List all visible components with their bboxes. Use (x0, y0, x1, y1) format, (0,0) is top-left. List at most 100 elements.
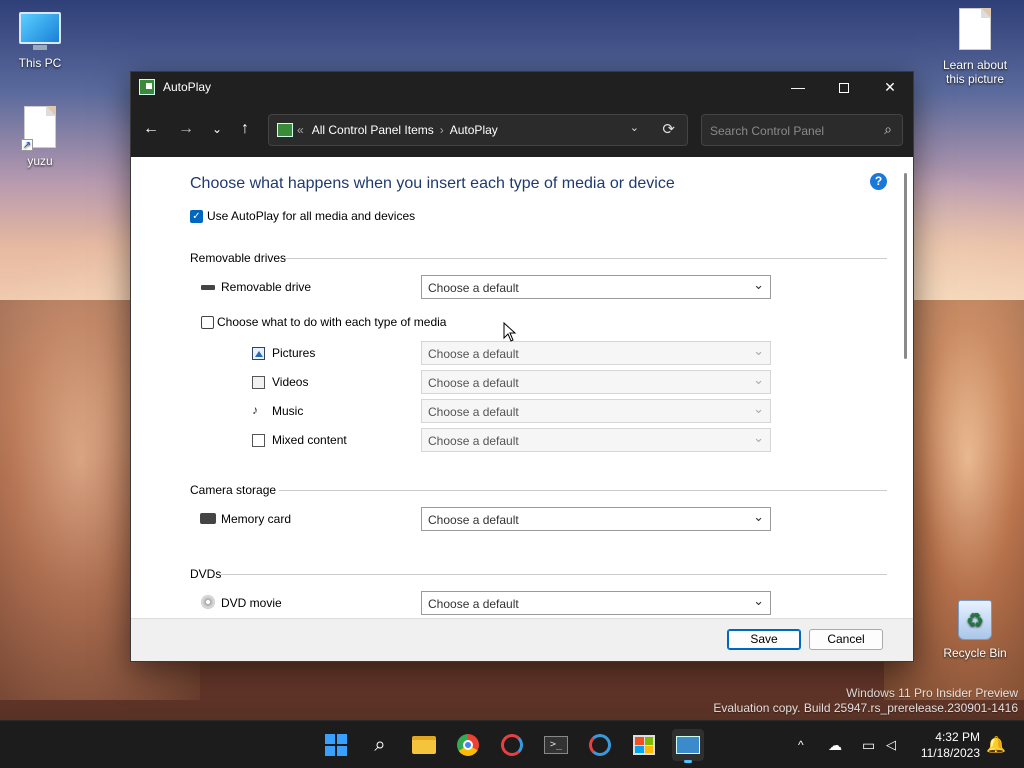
search-icon: ⌕ (374, 734, 386, 756)
clock-date: 11/18/2023 (920, 746, 980, 760)
navigation-bar: ← → ⌄ ↑ « All Control Panel Items › Auto… (131, 102, 913, 157)
search-taskbar-button[interactable]: ⌕ (364, 729, 396, 761)
section-camera-storage: Camera storage (190, 483, 277, 497)
onedrive-offline-icon[interactable]: ☁ (828, 721, 842, 768)
yuzu-button[interactable] (496, 729, 528, 761)
removable-drive-select[interactable]: Choose a default (421, 275, 771, 299)
address-dropdown-icon[interactable]: ⌄ (630, 121, 639, 134)
help-icon[interactable]: ? (870, 173, 887, 190)
control-panel-icon (676, 736, 700, 754)
music-select[interactable]: Choose a default (421, 399, 771, 423)
title-bar[interactable]: AutoPlay — ✕ (131, 72, 913, 102)
clock[interactable]: 4:32 PM 11/18/2023 (921, 729, 980, 761)
removable-drive-icon (201, 285, 215, 290)
desktop-icon-label: This PC (18, 56, 62, 70)
section-dvds: DVDs (190, 567, 222, 581)
chrome-icon (457, 734, 479, 756)
recycle-bin-icon: ♻ (958, 600, 992, 640)
file-icon (959, 8, 991, 50)
cancel-button[interactable]: Cancel (809, 629, 883, 650)
removable-drive-label: Removable drive (221, 280, 312, 294)
breadcrumb-separator[interactable]: › (440, 123, 444, 137)
show-hidden-icons-button[interactable]: ^ (798, 721, 804, 768)
pictures-select[interactable]: Choose a default (421, 341, 771, 365)
dvd-movie-select[interactable]: Choose a default (421, 591, 771, 615)
yuzu-app-button[interactable] (584, 729, 616, 761)
section-divider (221, 574, 887, 575)
notification-bell-icon[interactable]: 🔔 (986, 735, 1006, 755)
pictures-icon (252, 347, 265, 360)
window-title: AutoPlay (163, 80, 212, 94)
vertical-scrollbar[interactable] (904, 173, 907, 359)
page-heading: Choose what happens when you insert each… (190, 175, 675, 192)
overflow-chevron[interactable]: « (297, 123, 304, 137)
clock-time: 4:32 PM (935, 730, 980, 744)
camera-icon (200, 513, 216, 524)
dvd-movie-label: DVD movie (221, 596, 282, 610)
back-button[interactable]: ← (137, 116, 165, 142)
search-icon[interactable]: ⌕ (884, 121, 892, 138)
forward-button[interactable]: → (172, 116, 200, 142)
use-autoplay-label[interactable]: Use AutoPlay for all media and devices (207, 209, 415, 223)
close-button[interactable]: ✕ (867, 72, 913, 102)
store-button[interactable] (628, 729, 660, 761)
store-icon (633, 735, 655, 755)
music-icon: ♪ (252, 403, 258, 417)
memory-card-select[interactable]: Choose a default (421, 507, 771, 531)
mixed-content-select[interactable]: Choose a default (421, 428, 771, 452)
refresh-icon[interactable]: ⟳ (662, 120, 675, 138)
maximize-icon (839, 83, 849, 94)
section-divider (285, 258, 887, 259)
control-panel-icon (139, 79, 155, 95)
volume-icon[interactable]: ◁ (886, 721, 896, 768)
windows-logo-icon (325, 734, 347, 756)
minimize-button[interactable]: — (775, 72, 821, 102)
breadcrumb-autoplay[interactable]: AutoPlay (450, 123, 498, 137)
save-button[interactable]: Save (727, 629, 801, 650)
desktop-icon-label: Learn about this picture (942, 58, 1008, 86)
dvd-icon (201, 595, 215, 609)
breadcrumb-all-items[interactable]: All Control Panel Items (312, 123, 434, 137)
file-icon: ↗ (21, 106, 56, 151)
terminal-button[interactable]: >_ (540, 729, 572, 761)
section-removable-drives: Removable drives (190, 251, 287, 265)
desktop-icon-learn-picture[interactable]: Learn about this picture (935, 8, 1015, 86)
music-label: Music (272, 404, 304, 418)
address-bar[interactable]: « All Control Panel Items › AutoPlay ⌄ ⟳ (268, 114, 688, 146)
start-button[interactable] (320, 729, 352, 761)
pictures-label: Pictures (272, 346, 316, 360)
desktop-icon-label: yuzu (27, 154, 53, 168)
dialog-footer: Save Cancel (131, 618, 913, 661)
network-icon[interactable]: ▭ (862, 721, 875, 768)
chrome-button[interactable] (452, 729, 484, 761)
use-autoplay-checkbox[interactable]: ✓ (190, 210, 203, 223)
yuzu-icon (589, 734, 611, 756)
autoplay-window: AutoPlay — ✕ ← → ⌄ ↑ « All Control Panel… (130, 71, 914, 662)
maximize-button[interactable] (821, 72, 867, 102)
shortcut-arrow-icon: ↗ (21, 139, 33, 151)
mouse-pointer-icon (503, 322, 517, 342)
memory-card-label: Memory card (221, 512, 292, 526)
yuzu-icon (501, 734, 523, 756)
control-panel-taskbar-button[interactable] (672, 729, 704, 763)
videos-select[interactable]: Choose a default (421, 370, 771, 394)
desktop-icon-yuzu[interactable]: ↗ yuzu (0, 106, 80, 168)
desktop-icon-recycle-bin[interactable]: ♻ Recycle Bin (935, 600, 1015, 660)
search-box[interactable]: Search Control Panel ⌕ (701, 114, 903, 146)
watermark-line: Evaluation copy. Build 25947.rs_prerelea… (713, 701, 1018, 715)
file-explorer-button[interactable] (408, 729, 440, 761)
mixed-content-label: Mixed content (272, 433, 347, 447)
per-media-checkbox[interactable] (201, 316, 214, 329)
desktop-icon-this-pc[interactable]: This PC (0, 12, 80, 70)
desktop-icon-label: Recycle Bin (943, 646, 1007, 660)
taskbar: ⌕ >_ ^ ☁ ▭ ◁ 4:32 PM 11/18/2023 🔔 (0, 720, 1024, 768)
videos-label: Videos (272, 375, 309, 389)
mixed-content-icon (252, 434, 265, 447)
per-media-label[interactable]: Choose what to do with each type of medi… (217, 315, 446, 329)
up-button[interactable]: ↑ (231, 116, 259, 142)
terminal-icon: >_ (544, 736, 568, 754)
recent-locations-button[interactable]: ⌄ (203, 116, 231, 142)
autoplay-settings-pane: ? Choose what happens when you insert ea… (131, 157, 913, 620)
search-placeholder: Search Control Panel (710, 124, 825, 138)
videos-icon (252, 376, 265, 389)
